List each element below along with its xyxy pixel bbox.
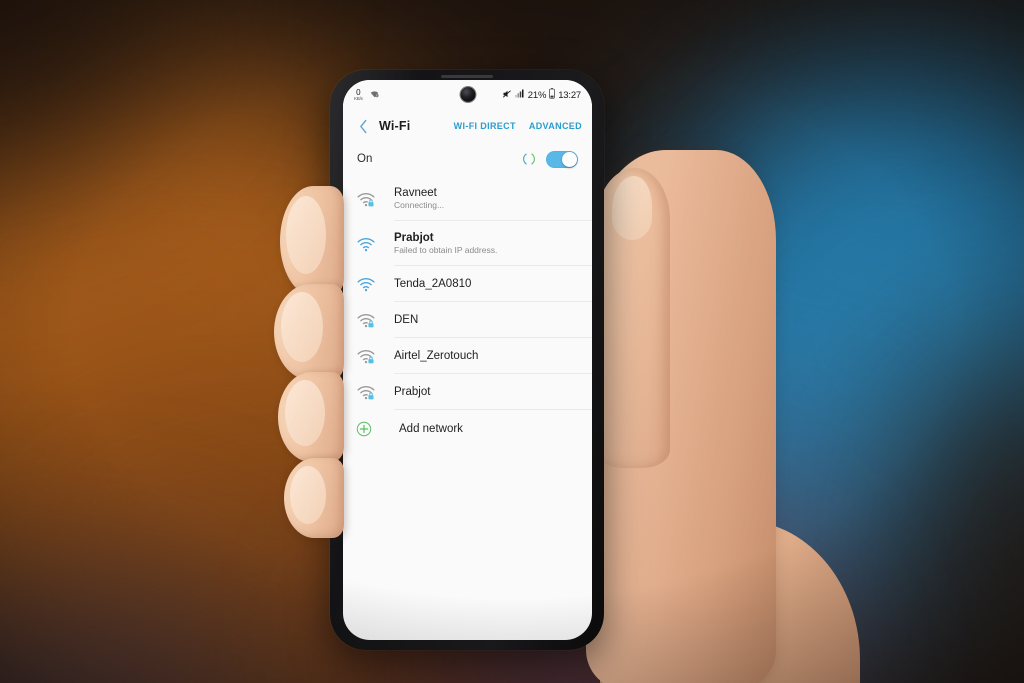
status-bar-right: 21% 13:27 [502,88,581,102]
network-row[interactable]: Prabjot [343,374,592,410]
bokeh-blue-1 [650,60,1024,580]
add-network-row[interactable]: Add network [343,410,592,447]
wifi-direct-button[interactable]: WI-FI DIRECT [454,121,516,131]
status-bar-left: 0 KB/s 6 [354,88,380,102]
fingertip-pinky [290,466,326,524]
bokeh-blue-3 [560,430,900,683]
thumbnail [612,176,652,240]
wifi-status-icon: 6 [369,89,380,101]
network-ssid: Airtel_Zerotouch [394,349,479,362]
network-text: DEN [382,311,578,329]
network-text: Prabjot Failed to obtain IP address. [382,229,578,259]
fingertip-middle [281,292,323,362]
status-bar-clock: 13:27 [558,89,581,101]
add-network-label: Add network [399,422,463,435]
network-text: Ravneet Connecting... [382,184,578,214]
wifi-lock-icon [356,191,382,207]
wifi-lock-icon [356,384,382,400]
network-ssid: Prabjot [394,385,431,398]
advanced-button[interactable]: ADVANCED [529,121,582,131]
wifi-lock-icon [356,312,382,328]
network-speed-indicator: 0 KB/s [354,88,363,102]
phone-screen: 0 KB/s 6 21% 13:27 Wi-Fi WI-FI DIRECT AD… [343,80,592,640]
palm [586,150,776,683]
battery-percent: 21% [527,89,547,101]
mute-icon [502,89,512,102]
network-row[interactable]: Tenda_2A0810 [343,266,592,302]
network-speed-unit: KB/s [354,95,363,101]
fingertip-ring [285,380,325,446]
bokeh-blue-2 [700,180,1024,560]
scene: 0 KB/s 6 21% 13:27 Wi-Fi WI-FI DIRECT AD… [0,0,1024,683]
action-bar: Wi-Fi WI-FI DIRECT ADVANCED [343,110,592,142]
network-text: Prabjot [382,383,578,401]
network-ssid: Tenda_2A0810 [394,277,472,290]
network-status: Failed to obtain IP address. [394,244,498,255]
network-ssid: DEN [394,313,419,326]
network-status: Connecting... [394,199,445,210]
bokeh-corner-top-left [0,0,200,180]
back-button[interactable] [353,119,373,134]
wifi-toggle-row[interactable]: On [343,142,592,176]
front-camera-punch-hole [460,87,475,102]
fingertip-index [286,196,326,274]
network-row[interactable]: Prabjot Failed to obtain IP address. [343,221,592,266]
toggle-row-right [521,150,578,168]
row-divider [394,409,592,410]
wifi-toggle-switch[interactable] [546,150,578,168]
status-bar: 0 KB/s 6 21% 13:27 [343,80,592,110]
scanning-spinner-icon [521,151,537,167]
back-chevron-icon [359,119,366,133]
speaker-grille [441,75,493,78]
signal-bars-icon [515,89,525,101]
network-row[interactable]: DEN [343,302,592,338]
bokeh-dark-right [880,330,1024,683]
network-list: Ravneet Connecting... Prabjot Failed to obt… [343,176,592,410]
wifi-state-label: On [357,153,373,165]
wifi-lock-icon [356,348,382,364]
palm-lower [600,520,860,683]
network-row[interactable]: Ravneet Connecting... [343,176,592,221]
network-text: Tenda_2A0810 [382,275,578,293]
wifi-icon [356,236,382,252]
page-title: Wi-Fi [379,119,411,133]
thumb [596,168,670,468]
bokeh-dark-bottom-left [0,580,280,683]
network-text: Airtel_Zerotouch [382,347,578,365]
network-ssid: Prabjot [394,231,434,244]
battery-icon [549,88,555,102]
network-row[interactable]: Airtel_Zerotouch [343,338,592,374]
wifi-icon [356,276,382,292]
network-ssid: Ravneet [394,186,437,199]
phone-device: 0 KB/s 6 21% 13:27 Wi-Fi WI-FI DIRECT AD… [330,70,604,650]
toggle-knob [562,151,577,167]
action-bar-actions: WI-FI DIRECT ADVANCED [454,121,582,131]
add-plus-circle-icon [356,421,382,437]
